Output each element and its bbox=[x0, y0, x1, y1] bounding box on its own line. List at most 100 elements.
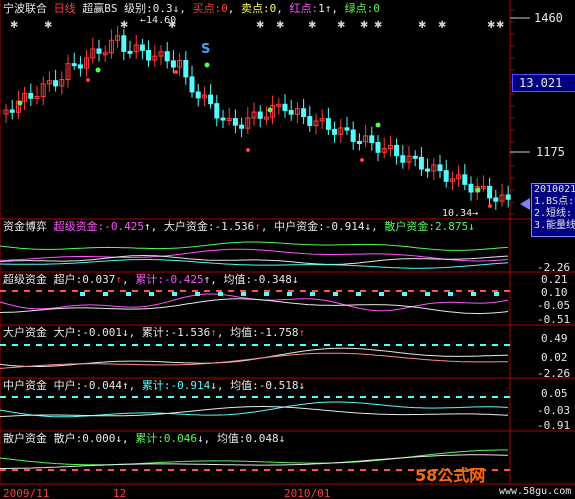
indicator-name[interactable]: 超赢BS bbox=[82, 2, 117, 15]
candle-body bbox=[375, 142, 381, 153]
super-bar bbox=[149, 292, 154, 296]
super-fund-value: -0.425 bbox=[104, 220, 144, 233]
super-bar bbox=[379, 292, 384, 296]
panel-mid-axis-3: -0.91 bbox=[537, 419, 571, 432]
retail-cum-line bbox=[0, 449, 508, 466]
date-tick-2: 12 bbox=[113, 487, 127, 499]
retail-a-arrow: ↓ bbox=[115, 432, 122, 445]
panel-mid-axis-1: 0.05 bbox=[541, 387, 568, 400]
star-icon: ✱ bbox=[438, 20, 446, 31]
super-c-arrow: ↓ bbox=[291, 273, 299, 286]
watermark-url: www.58gu.com bbox=[499, 486, 572, 497]
retail-fund-label: 散户资金: bbox=[384, 220, 435, 233]
price-axis-top: 1460 bbox=[534, 11, 563, 25]
super-bar bbox=[494, 292, 499, 296]
panel-big-header: 大户资金 大户:-0.001↓, 累计:-1.536↑, 均值:-1.758↑ bbox=[3, 326, 306, 339]
super-bar bbox=[195, 292, 200, 296]
popup-item-2: 2.短线: bbox=[534, 208, 573, 219]
big-a-value: -0.001 bbox=[82, 326, 122, 339]
big-a-arrow: ↓ bbox=[122, 326, 129, 339]
panel-game-title[interactable]: 资金博弈 bbox=[3, 220, 47, 233]
retail-a-value: 0.000 bbox=[82, 432, 116, 445]
panel-super-axis-2: 0.10 bbox=[541, 286, 568, 299]
mid-fund-value: -0.914 bbox=[324, 220, 365, 233]
mid-c-arrow: ↓ bbox=[298, 379, 306, 392]
candle-body bbox=[77, 64, 83, 69]
super-bar bbox=[402, 292, 407, 296]
candle-body bbox=[468, 183, 474, 193]
candle-body bbox=[412, 155, 418, 159]
candle-body bbox=[164, 51, 170, 62]
candle-body bbox=[400, 155, 406, 163]
panel-big-title[interactable]: 大户资金 bbox=[3, 326, 47, 339]
candle-body bbox=[232, 118, 238, 126]
candle-body bbox=[146, 49, 152, 61]
green-dot-icon bbox=[475, 187, 481, 193]
candle-body bbox=[139, 44, 145, 51]
super-c-label: 均值: bbox=[223, 273, 253, 286]
panel-mid-axis-2: -0.03 bbox=[537, 404, 571, 417]
header-bar: 宁波联合 日线 超赢BS 级别:0.3↓, 买点:0, 卖点:0, 红点:1↑,… bbox=[3, 2, 380, 15]
popup-pointer-icon bbox=[520, 198, 530, 210]
green-dot-icon bbox=[267, 107, 273, 113]
big-c-label: 均值: bbox=[230, 326, 259, 339]
retail-c-label: 均值: bbox=[216, 432, 246, 445]
candle-body bbox=[208, 94, 214, 105]
retail-c-arrow: ↓ bbox=[278, 432, 286, 445]
big-c-arrow: ↑ bbox=[298, 326, 306, 339]
candle-body bbox=[487, 185, 493, 199]
candle-body bbox=[195, 91, 201, 99]
candle-body bbox=[257, 111, 263, 119]
mid-b-value: -0.914 bbox=[170, 379, 211, 392]
panel-retail-title[interactable]: 散户资金 bbox=[3, 432, 47, 445]
retail-fund-arrow: ↓ bbox=[468, 220, 475, 233]
mid-c-label: 均值: bbox=[230, 379, 259, 392]
current-price-box: 13.021 bbox=[512, 74, 575, 92]
candle-body bbox=[437, 164, 443, 172]
candle-body bbox=[307, 116, 313, 127]
green-dot-icon bbox=[375, 122, 381, 128]
panel-mid-title[interactable]: 中户资金 bbox=[3, 379, 47, 392]
retail-a-label: 散户: bbox=[53, 432, 83, 445]
super-bar bbox=[126, 292, 131, 296]
panel-super-title[interactable]: 超级资金 bbox=[3, 273, 47, 286]
buy-label: 买点: bbox=[192, 2, 222, 15]
popup-item-3: 3.能量线 bbox=[534, 220, 575, 231]
retail-b-label: 累计: bbox=[135, 432, 164, 445]
panel-super-axis-1: 0.21 bbox=[541, 273, 568, 286]
super-c-value: -0.348 bbox=[252, 273, 292, 286]
super-a-label: 超户: bbox=[53, 273, 83, 286]
candle-body bbox=[493, 197, 499, 202]
big-fund-arrow: ↑ bbox=[254, 220, 261, 233]
period-label[interactable]: 日线 bbox=[54, 2, 76, 15]
red-dot-icon bbox=[246, 148, 250, 152]
mid-b-label: 累计: bbox=[141, 379, 171, 392]
candle-body bbox=[53, 80, 59, 87]
candle-body bbox=[350, 129, 356, 142]
big-a-label: 大户: bbox=[53, 326, 83, 339]
big-fund-label: 大户资金: bbox=[163, 220, 215, 233]
price-axis-mid: 1175 bbox=[536, 145, 565, 159]
star-icon: ✱ bbox=[276, 20, 284, 31]
star-icon: ✱ bbox=[487, 20, 495, 31]
big-c-value: -1.758 bbox=[258, 326, 299, 339]
low-price-marker: 10.34→ bbox=[442, 208, 479, 219]
popup-item-1: 1.BS点: bbox=[534, 196, 575, 207]
super-bar bbox=[310, 292, 315, 296]
super-bar bbox=[241, 292, 246, 296]
green-dot-icon bbox=[17, 100, 23, 106]
info-popup[interactable]: 2010021 1.BS点: 2.短线: 3.能量线 bbox=[531, 183, 575, 237]
candle-body bbox=[189, 76, 195, 93]
mid-c-value: -0.518 bbox=[258, 379, 299, 392]
super-bar bbox=[356, 292, 361, 296]
watermark-brand-text: 58公式网 bbox=[415, 466, 486, 485]
candle-body bbox=[239, 124, 245, 129]
panel-big-axis-2: 0.02 bbox=[541, 351, 568, 364]
big-b-arrow: ↑ bbox=[210, 326, 217, 339]
green-point-value: 0 bbox=[373, 2, 380, 15]
high-price-value: 14.60 bbox=[146, 15, 177, 26]
star-icon: ✱ bbox=[360, 20, 368, 31]
super-bar bbox=[333, 292, 338, 296]
panel-super-header: 超级资金 超户:0.037↑, 累计:-0.425↑, 均值:-0.348↓ bbox=[3, 273, 299, 286]
mid-a-value: -0.044 bbox=[82, 379, 122, 392]
